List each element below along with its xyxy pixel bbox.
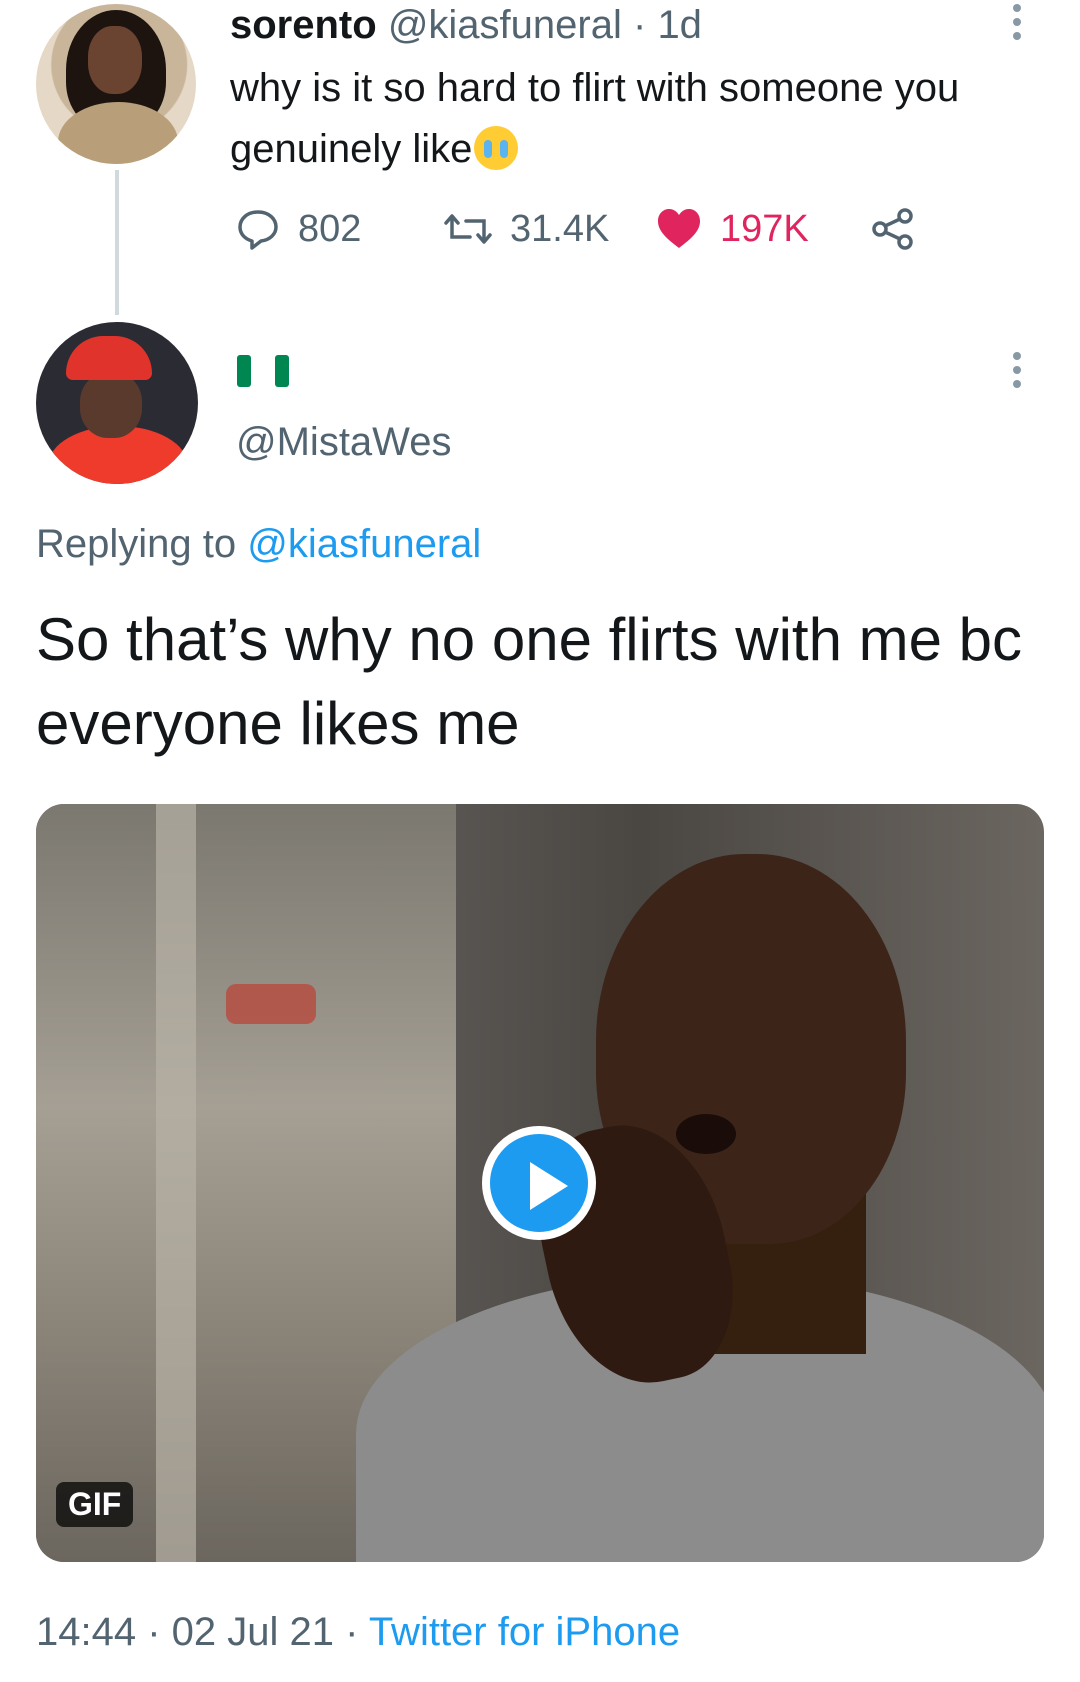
play-icon[interactable]: [482, 1126, 596, 1240]
tweet-text-body: why is it so hard to flirt with someone …: [230, 66, 960, 171]
reply-count: 802: [298, 207, 362, 250]
avatar-face: [88, 26, 142, 94]
gif-background-pole: [156, 804, 196, 1562]
like-count: 197K: [720, 207, 809, 250]
tweet-actions: 802 31.4K 197K: [236, 204, 936, 254]
share-button[interactable]: [870, 204, 916, 254]
reply-tweet-text: So that’s why no one flirts with me bc e…: [36, 606, 1023, 757]
tweet-time[interactable]: 1d: [657, 3, 702, 47]
replying-to-mention[interactable]: @kiasfuneral: [247, 522, 481, 566]
more-options-icon[interactable]: [1010, 4, 1024, 40]
like-button[interactable]: 197K: [656, 204, 809, 254]
user-handle[interactable]: @kiasfuneral: [388, 3, 622, 47]
footer-separator: ·: [136, 1610, 172, 1654]
avatar-sorento[interactable]: [36, 4, 196, 164]
footer-source-link[interactable]: Twitter for iPhone: [369, 1610, 680, 1654]
avatar-mistawes[interactable]: [36, 322, 198, 484]
nigeria-flag-icon: [237, 355, 289, 387]
share-icon: [872, 208, 913, 250]
avatar-face: [80, 372, 142, 438]
reply-button[interactable]: 802: [236, 204, 361, 254]
tweet-header: sorento @kiasfuneral · 1d: [230, 2, 702, 48]
reply-icon: [238, 210, 278, 250]
thread-connector-line: [115, 170, 119, 315]
gif-badge: GIF: [56, 1482, 134, 1527]
replying-to: Replying to @kiasfuneral: [36, 522, 481, 567]
gif-background-red: [226, 984, 316, 1024]
heart-icon: [658, 209, 700, 248]
header-separator: ·: [632, 3, 647, 47]
footer-date: 02 Jul 21: [171, 1610, 334, 1654]
loudly-crying-face-icon: [474, 126, 519, 170]
gif-person-mouth: [676, 1114, 736, 1154]
footer-separator: ·: [334, 1610, 369, 1654]
tweet-footer: 14:44 · 02 Jul 21 · Twitter for iPhone: [36, 1610, 680, 1655]
footer-time: 14:44: [36, 1610, 137, 1654]
tweet-text: why is it so hard to flirt with someone …: [230, 58, 990, 179]
retweet-icon: [444, 214, 492, 244]
gif-media[interactable]: GIF: [36, 804, 1044, 1562]
reply-user-handle[interactable]: @MistaWes: [236, 420, 451, 465]
display-name[interactable]: sorento: [230, 3, 377, 47]
replying-prefix: Replying to: [36, 522, 248, 566]
more-options-icon[interactable]: [1010, 352, 1024, 388]
retweet-button[interactable]: 31.4K: [444, 204, 609, 254]
avatar-cap: [66, 336, 152, 380]
retweet-count: 31.4K: [510, 207, 610, 250]
